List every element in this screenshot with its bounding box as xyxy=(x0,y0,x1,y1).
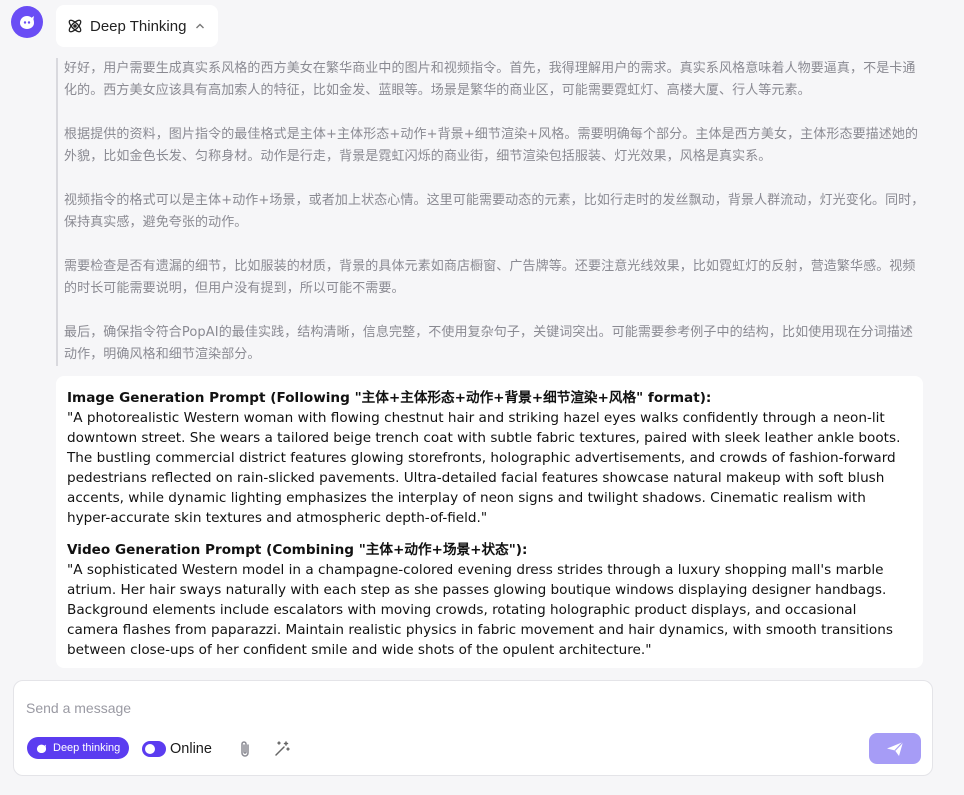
atom-icon xyxy=(66,17,84,35)
magic-prompt-button[interactable] xyxy=(271,738,293,760)
thinking-paragraph: 好好，用户需要生成真实系风格的西方美女在繁华商业中的图片和视频指令。首先，我得理… xyxy=(64,61,916,98)
bot-logo-icon xyxy=(20,16,34,29)
deep-thinking-toggle[interactable]: Deep Thinking xyxy=(56,5,218,47)
video-prompt-section: Video Generation Prompt (Combining "主体+动… xyxy=(67,540,912,660)
thinking-paragraph: 根据提供的资料，图片指令的最佳格式是主体+主体形态+动作+背景+细节渲染+风格。… xyxy=(64,127,919,164)
paperclip-icon xyxy=(241,741,249,757)
thinking-content: 好好，用户需要生成真实系风格的西方美女在繁华商业中的图片和视频指令。首先，我得理… xyxy=(56,58,926,366)
toggle-switch-icon xyxy=(142,741,166,757)
paper-plane-icon xyxy=(887,741,904,756)
video-prompt-text: "A sophisticated Western model in a cham… xyxy=(67,562,893,658)
chevron-up-icon xyxy=(194,20,206,32)
online-toggle[interactable]: Online xyxy=(142,738,212,760)
message-input[interactable] xyxy=(26,697,906,719)
deep-thinking-button[interactable]: Deep thinking xyxy=(27,737,130,759)
send-button[interactable] xyxy=(869,733,921,764)
deep-thinking-label: Deep Thinking xyxy=(90,17,187,35)
online-label: Online xyxy=(170,741,212,757)
thinking-paragraph: 需要检查是否有遗漏的细节，比如服装的材质，背景的具体元素如商店橱窗、广告牌等。还… xyxy=(64,259,916,296)
assistant-avatar xyxy=(11,6,43,38)
magic-wand-icon xyxy=(275,741,290,756)
bot-logo-icon xyxy=(35,742,48,755)
image-prompt-text: "A photorealistic Western woman with flo… xyxy=(67,410,901,526)
image-prompt-section: Image Generation Prompt (Following "主体+主… xyxy=(67,388,912,528)
deep-thinking-button-label: Deep thinking xyxy=(53,742,121,754)
thinking-paragraph: 最后，确保指令符合PopAI的最佳实践，结构清晰，信息完整，不使用复杂句子，关键… xyxy=(64,325,914,362)
attach-button[interactable] xyxy=(236,738,254,760)
image-prompt-heading: Image Generation Prompt (Following "主体+主… xyxy=(67,390,712,406)
thinking-paragraph: 视频指令的格式可以是主体+动作+场景，或者加上状态心情。这里可能需要动态的元素，… xyxy=(64,193,925,230)
answer-message: Image Generation Prompt (Following "主体+主… xyxy=(56,376,923,668)
video-prompt-heading: Video Generation Prompt (Combining "主体+动… xyxy=(67,542,528,558)
message-composer: Deep thinking Online xyxy=(13,680,933,776)
